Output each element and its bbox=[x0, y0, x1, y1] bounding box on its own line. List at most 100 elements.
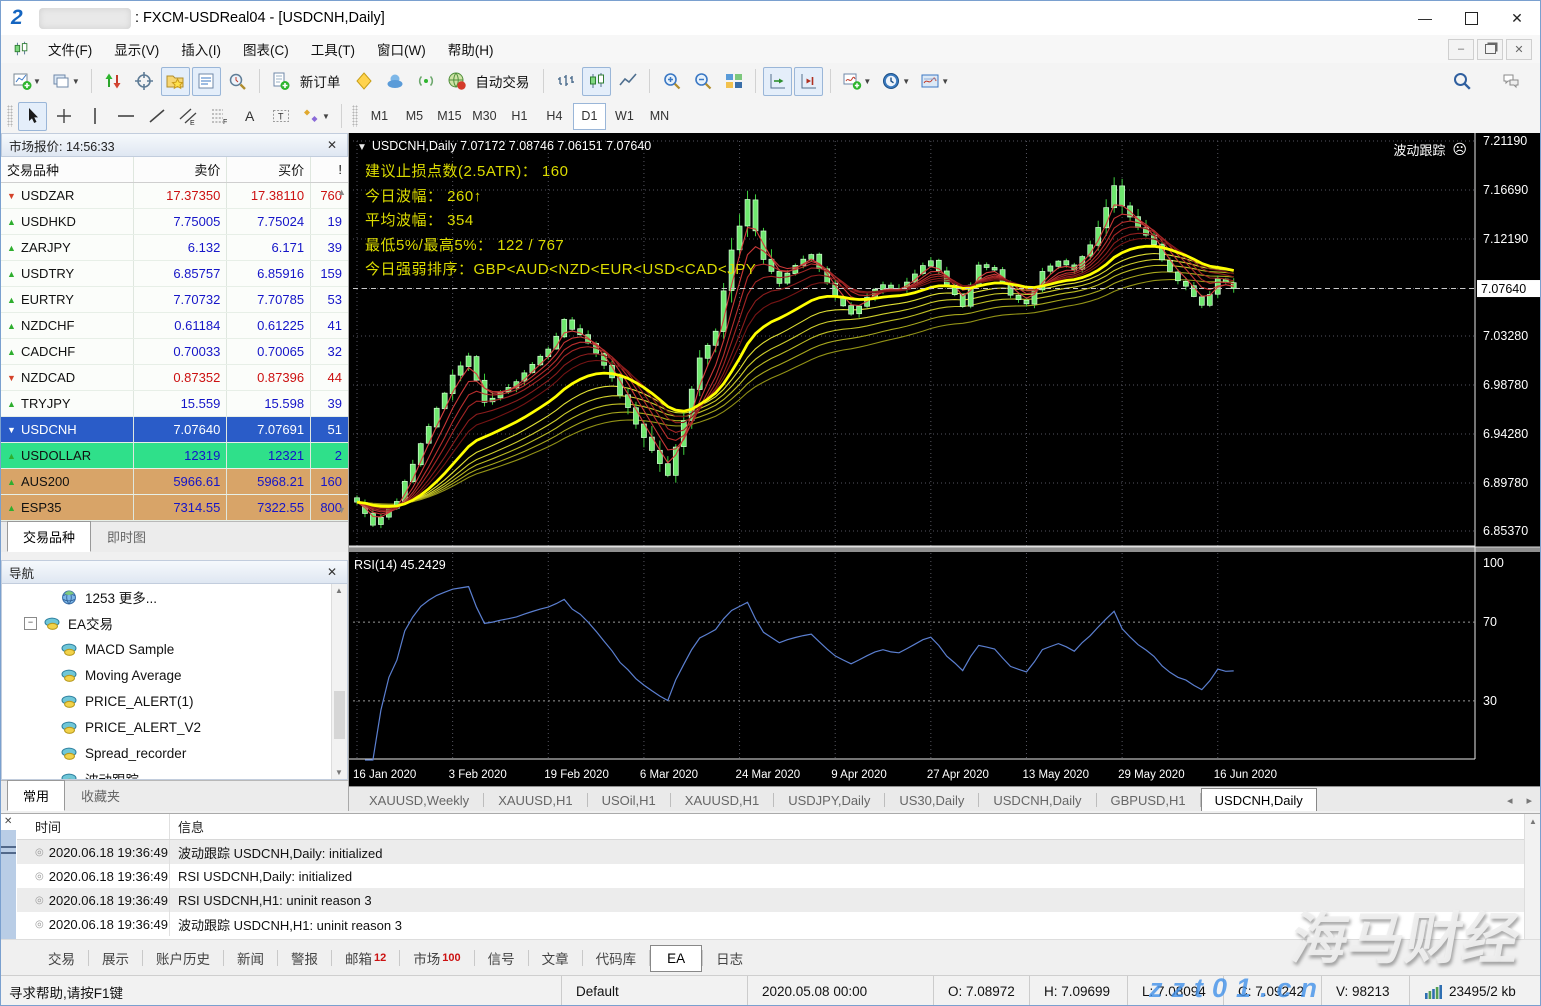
navigator-close-icon[interactable]: ✕ bbox=[324, 565, 340, 579]
tab-scroll-left-icon[interactable]: ◂ bbox=[1507, 794, 1513, 807]
toolbar-grip[interactable] bbox=[351, 105, 358, 127]
market-watch-column-header[interactable]: 交易品种 bbox=[1, 157, 134, 182]
menu-item-0[interactable]: 文件(F) bbox=[37, 39, 103, 62]
toolbar-grip[interactable] bbox=[7, 105, 13, 127]
menu-item-3[interactable]: 图表(C) bbox=[232, 39, 300, 62]
menu-item-2[interactable]: 插入(I) bbox=[170, 39, 232, 62]
metaeditor-button[interactable] bbox=[349, 67, 378, 96]
chart-tab-1[interactable]: XAUUSD,H1 bbox=[484, 788, 586, 811]
market-watch-row-nzdcad[interactable]: ▼ NZDCAD 0.87352 0.87396 44 bbox=[1, 365, 348, 391]
chart-tab-6[interactable]: USDCNH,Daily bbox=[979, 788, 1095, 811]
timeframe-h4[interactable]: H4 bbox=[538, 103, 571, 130]
navigator-tab-收藏夹[interactable]: 收藏夹 bbox=[65, 780, 136, 811]
timeframe-d1[interactable]: D1 bbox=[572, 102, 606, 130]
autotrading-label[interactable]: 自动交易 bbox=[475, 71, 529, 91]
market-watch-toggle-button[interactable] bbox=[99, 67, 128, 96]
market-watch-row-esp35[interactable]: ▲ ESP35 7314.55 7322.55 800 bbox=[1, 495, 348, 521]
market-watch-row-cadchf[interactable]: ▲ CADCHF 0.70033 0.70065 32 bbox=[1, 339, 348, 365]
navigator-item-1[interactable]: − EA交易 bbox=[2, 610, 347, 636]
chart-tab-2[interactable]: USOil,H1 bbox=[588, 788, 670, 811]
navigator-item-5[interactable]: PRICE_ALERT_V2 bbox=[2, 714, 347, 740]
terminal-tab-交易[interactable]: 交易 bbox=[35, 943, 88, 973]
mdi-restore-button[interactable] bbox=[1477, 38, 1503, 60]
timeframe-w1[interactable]: W1 bbox=[608, 103, 641, 130]
market-watch-column-header[interactable]: 买价 bbox=[227, 157, 312, 182]
terminal-tab-邮箱[interactable]: 邮箱 12 bbox=[332, 943, 399, 973]
market-watch-row-usdtry[interactable]: ▲ USDTRY 6.85757 6.85916 159 bbox=[1, 261, 348, 287]
market-watch-scroll-down-icon[interactable]: ▼ bbox=[337, 505, 346, 515]
timeframe-mn[interactable]: MN bbox=[643, 103, 676, 130]
market-watch-tab-即时图[interactable]: 即时图 bbox=[91, 521, 162, 552]
strategy-tester-button[interactable] bbox=[223, 67, 252, 96]
scroll-up-icon[interactable]: ▲ bbox=[335, 586, 343, 595]
market-watch-row-usdollar[interactable]: ▲ USDOLLAR 12319 12321 2 bbox=[1, 443, 348, 469]
navigator-item-6[interactable]: Spread_recorder bbox=[2, 740, 347, 766]
vertical-line-tool-button[interactable] bbox=[80, 102, 109, 131]
auto-scroll-button[interactable] bbox=[763, 66, 793, 96]
zoom-out-button[interactable] bbox=[688, 67, 717, 96]
terminal-tab-新闻[interactable]: 新闻 bbox=[224, 943, 277, 973]
market-watch-row-usdhkd[interactable]: ▲ USDHKD 7.75005 7.75024 19 bbox=[1, 209, 348, 235]
trendline-tool-button[interactable] bbox=[142, 102, 171, 131]
menu-item-4[interactable]: 工具(T) bbox=[300, 39, 366, 62]
chart-area[interactable]: 7.21190 7.16690 7.12190 7.03280 6.98780 6.942… bbox=[349, 133, 1540, 811]
market-watch-row-aus200[interactable]: ▲ AUS200 5966.61 5968.21 160 bbox=[1, 469, 348, 495]
menu-item-5[interactable]: 窗口(W) bbox=[366, 39, 437, 62]
line-chart-mode-button[interactable] bbox=[613, 67, 642, 96]
new-order-button[interactable] bbox=[267, 67, 296, 96]
tab-scroll-right-icon[interactable]: ▸ bbox=[1526, 794, 1532, 807]
market-watch-row-usdcnh[interactable]: ▼ USDCNH 7.07640 7.07691 51 bbox=[1, 417, 348, 443]
zoom-in-button[interactable] bbox=[657, 67, 686, 96]
signals-button[interactable] bbox=[411, 67, 440, 96]
chart-tab-0[interactable]: XAUUSD,Weekly bbox=[355, 788, 483, 811]
navigator-item-4[interactable]: PRICE_ALERT(1) bbox=[2, 688, 347, 714]
channel-tool-button[interactable] bbox=[173, 102, 202, 131]
navigator-tab-常用[interactable]: 常用 bbox=[7, 780, 66, 811]
market-watch-column-header[interactable]: 卖价 bbox=[134, 157, 228, 182]
new-chart-button[interactable]: ▼ bbox=[8, 67, 45, 96]
terminal-tab-信号[interactable]: 信号 bbox=[475, 943, 528, 973]
navigator-scrollbar[interactable]: ▲ ▼ bbox=[331, 584, 347, 779]
terminal-tab-日志[interactable]: 日志 bbox=[703, 943, 756, 973]
profiles-button[interactable]: ▼ bbox=[47, 67, 84, 96]
quick-trade-arrow-icon[interactable]: ▼ bbox=[357, 142, 367, 153]
bar-chart-mode-button[interactable] bbox=[551, 67, 580, 96]
candlestick-mode-button[interactable] bbox=[582, 66, 612, 96]
market-watch-row-usdzar[interactable]: ▼ USDZAR 17.37350 17.38110 760 bbox=[1, 183, 348, 209]
terminal-close-icon[interactable]: ✕ bbox=[4, 816, 12, 827]
indicator-face-icon[interactable]: ☹ bbox=[1452, 141, 1467, 158]
terminal-column-time[interactable]: 时间 bbox=[17, 814, 170, 839]
terminal-toggle-button[interactable] bbox=[191, 66, 221, 96]
timeframe-h1[interactable]: H1 bbox=[503, 103, 536, 130]
terminal-tab-警报[interactable]: 警报 bbox=[278, 943, 331, 973]
navigator-item-0[interactable]: 1253 更多... bbox=[2, 584, 347, 610]
mdi-minimize-button[interactable]: – bbox=[1448, 38, 1474, 60]
chart-tab-8[interactable]: USDCNH,Daily bbox=[1200, 788, 1317, 811]
data-window-button[interactable] bbox=[130, 67, 159, 96]
terminal-tab-EA[interactable]: EA bbox=[650, 944, 703, 972]
market-watch-row-tryjpy[interactable]: ▲ TRYJPY 15.559 15.598 39 bbox=[1, 391, 348, 417]
menu-item-1[interactable]: 显示(V) bbox=[103, 39, 170, 62]
search-button[interactable] bbox=[1447, 67, 1476, 96]
horizontal-line-tool-button[interactable] bbox=[111, 102, 140, 131]
crosshair-tool-button[interactable] bbox=[49, 102, 78, 131]
mdi-close-button[interactable]: ✕ bbox=[1506, 38, 1532, 60]
indicators-button[interactable]: ▼ bbox=[838, 67, 875, 96]
chart-shift-button[interactable] bbox=[794, 66, 824, 96]
market-watch-scroll-up-icon[interactable]: ▲ bbox=[337, 187, 346, 197]
terminal-log-row[interactable]: ◎ 2020.06.18 19:36:49.... RSI USDCNH,H1: u… bbox=[17, 888, 1540, 912]
text-label-tool-button[interactable] bbox=[266, 102, 295, 131]
autotrading-button[interactable] bbox=[442, 67, 471, 96]
scroll-down-icon[interactable]: ▼ bbox=[335, 768, 343, 777]
tile-windows-button[interactable] bbox=[719, 67, 748, 96]
chart-tab-5[interactable]: US30,Daily bbox=[885, 788, 978, 811]
tree-collapse-icon[interactable]: − bbox=[24, 616, 37, 630]
terminal-tab-文章[interactable]: 文章 bbox=[529, 943, 582, 973]
terminal-scrollbar[interactable]: ▲ bbox=[1524, 814, 1540, 940]
chart-tab-4[interactable]: USDJPY,Daily bbox=[774, 788, 884, 811]
navigator-item-7[interactable]: 波动跟踪 bbox=[2, 766, 347, 779]
chart-tab-7[interactable]: GBPUSD,H1 bbox=[1097, 788, 1200, 811]
terminal-tab-展示[interactable]: 展示 bbox=[89, 943, 142, 973]
new-order-label[interactable]: 新订单 bbox=[300, 71, 341, 91]
scroll-up-icon[interactable]: ▲ bbox=[1529, 817, 1537, 826]
